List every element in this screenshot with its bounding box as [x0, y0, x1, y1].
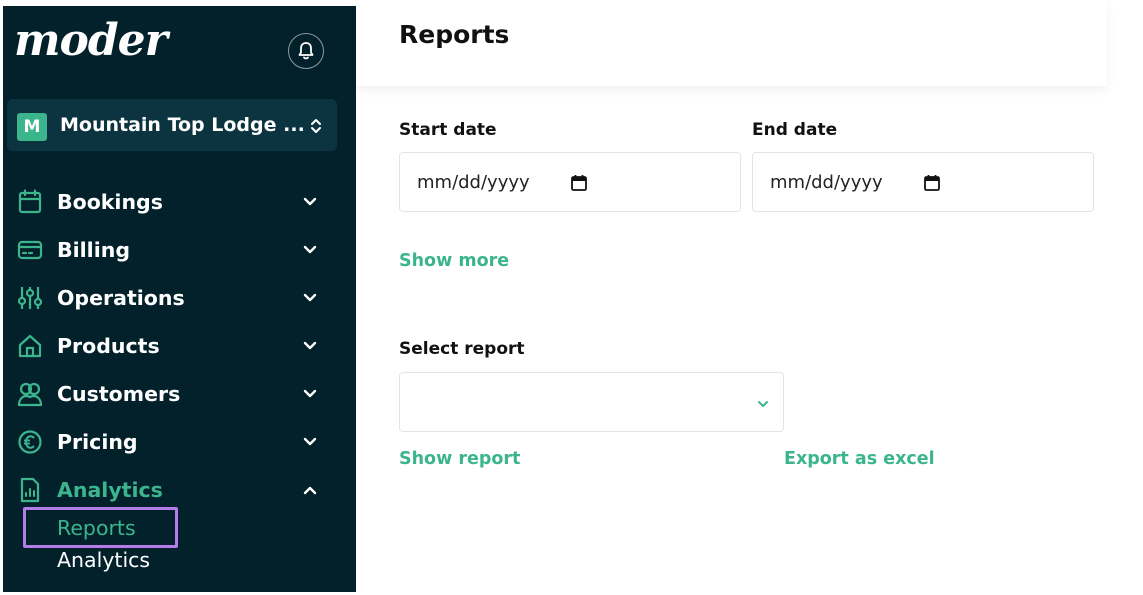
euro-icon [18, 430, 42, 454]
subnav-item-reports[interactable]: Reports [57, 516, 136, 540]
select-report-dropdown[interactable] [399, 372, 784, 432]
chevron-down-icon [303, 341, 317, 350]
page-title: Reports [399, 20, 510, 49]
end-date-input[interactable]: mm/dd/yyyy [752, 152, 1094, 212]
chevron-down-icon [303, 245, 317, 254]
chevron-down-icon [303, 293, 317, 302]
org-name: Mountain Top Lodge ... [60, 114, 305, 136]
chevron-updown-icon [311, 119, 321, 133]
sliders-icon [17, 287, 43, 309]
chevron-down-icon [303, 197, 317, 206]
show-report-button[interactable]: Show report [399, 449, 520, 469]
end-date-placeholder: mm/dd/yyyy [770, 172, 883, 193]
nav-item-analytics[interactable]: Analytics [3, 471, 356, 511]
chevron-up-icon [303, 486, 317, 495]
start-date-label: Start date [399, 120, 497, 140]
calendar-picker-icon[interactable] [923, 174, 941, 192]
sidebar: moder M Mountain Top Lodge ... Bookings [3, 6, 356, 592]
start-date-placeholder: mm/dd/yyyy [417, 172, 530, 193]
organization-switcher[interactable]: M Mountain Top Lodge ... [7, 99, 337, 151]
nav-label: Operations [57, 286, 185, 310]
show-more-link[interactable]: Show more [399, 251, 509, 271]
chevron-down-icon [303, 389, 317, 398]
report-file-icon [20, 477, 40, 503]
users-icon [17, 382, 43, 407]
nav-item-products[interactable]: Products [3, 327, 356, 367]
home-icon [18, 334, 42, 358]
org-badge: M [17, 113, 47, 141]
nav-label: Pricing [57, 430, 138, 454]
chevron-down-icon [303, 437, 317, 446]
nav-item-billing[interactable]: Billing [3, 231, 356, 271]
nav-item-pricing[interactable]: Pricing [3, 423, 356, 463]
calendar-icon [18, 189, 42, 214]
chevron-down-icon [758, 401, 768, 407]
subnav-item-analytics[interactable]: Analytics [57, 548, 150, 572]
credit-card-icon [17, 240, 43, 260]
moder-logo[interactable]: moder [14, 19, 168, 63]
nav-item-operations[interactable]: Operations [3, 279, 356, 319]
nav-label: Billing [57, 238, 131, 262]
nav-label: Analytics [57, 478, 163, 502]
page-header: Reports [356, 0, 1107, 86]
start-date-input[interactable]: mm/dd/yyyy [399, 152, 741, 212]
export-excel-button[interactable]: Export as excel [784, 449, 935, 469]
nav-item-bookings[interactable]: Bookings [3, 183, 356, 223]
nav-label: Customers [57, 382, 181, 406]
end-date-label: End date [752, 120, 838, 140]
calendar-picker-icon[interactable] [570, 174, 588, 192]
nav-label: Bookings [57, 190, 163, 214]
bell-icon [298, 42, 314, 60]
select-report-label: Select report [399, 339, 525, 359]
nav-label: Products [57, 334, 160, 358]
notifications-button[interactable] [288, 33, 324, 69]
nav-item-customers[interactable]: Customers [3, 375, 356, 415]
